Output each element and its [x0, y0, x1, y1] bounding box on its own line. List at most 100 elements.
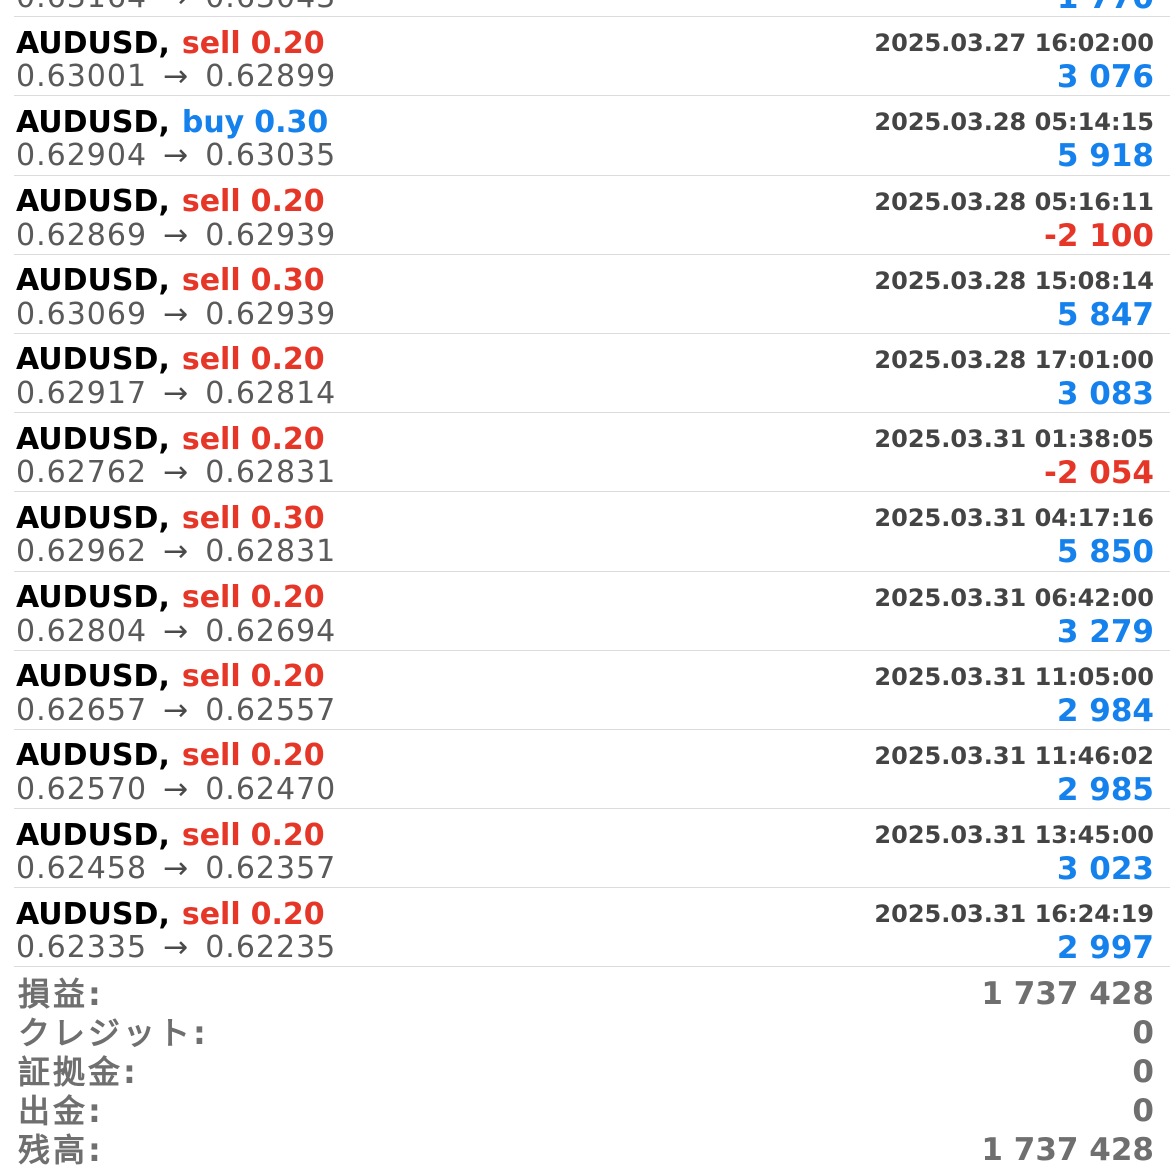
trade-row[interactable]: AUDUSD, sell 0.20 2025.03.28 17:01:00 0.6291… — [14, 334, 1170, 414]
trade-lot-size: 0.30 — [250, 500, 325, 536]
close-price: 0.62357 — [205, 851, 337, 887]
summary-label: クレジット: — [18, 1014, 209, 1052]
arrow-right-icon: → — [163, 771, 190, 807]
trade-side: sell — [181, 738, 241, 774]
arrow-right-icon: → — [163, 375, 190, 411]
trade-symbol: AUDUSD — [16, 421, 159, 457]
trade-row[interactable]: AUDUSD, sell 0.20 2025.03.31 06:42:00 0.6280… — [14, 572, 1170, 651]
close-price: 0.62557 — [205, 692, 337, 728]
trade-header: AUDUSD, sell 0.30 — [16, 263, 325, 299]
trade-row[interactable]: AUDUSD, sell 0.20 2025.03.31 11:46:02 0.6257… — [14, 730, 1170, 810]
arrow-right-icon: → — [163, 851, 190, 887]
summary-row: 証拠金: 0 — [0, 1053, 1170, 1092]
trade-lot-size: 0.20 — [250, 184, 325, 220]
trade-close-time: 2025.03.31 01:38:05 — [874, 425, 1154, 454]
trade-header: AUDUSD, buy 0.30 — [16, 104, 328, 140]
open-price: 0.62804 — [16, 613, 148, 649]
arrow-right-icon: → — [163, 217, 190, 253]
trade-header: AUDUSD, sell 0.20 — [16, 896, 325, 932]
symbol-separator: , — [158, 25, 170, 61]
trade-prices: 0.63001 → 0.62899 — [16, 59, 336, 95]
close-price: 0.62235 — [205, 930, 337, 966]
summary-row: 残高: 1 737 428 — [0, 1131, 1170, 1170]
summary-row: 出金: 0 — [0, 1092, 1170, 1131]
trade-lot-size: 0.20 — [250, 342, 325, 378]
close-price: 0.62814 — [205, 375, 337, 411]
symbol-separator: , — [158, 342, 170, 378]
trade-lot-size: 0.30 — [250, 263, 325, 299]
trade-side: sell — [181, 659, 241, 695]
trade-header: AUDUSD, sell 0.20 — [16, 580, 325, 616]
trade-prices: 0.63164 → 0.63043 — [16, 0, 336, 16]
trade-close-time: 2025.03.31 13:45:00 — [874, 821, 1154, 850]
trade-close-time: 2025.03.28 05:16:11 — [874, 187, 1154, 216]
trade-symbol: AUDUSD — [16, 342, 159, 378]
open-price: 0.62762 — [16, 455, 148, 491]
trade-row[interactable]: AUDUSD, sell 0.20 2025.03.31 16:24:19 0.6233… — [14, 888, 1170, 968]
trade-symbol: AUDUSD — [16, 817, 159, 853]
trade-row[interactable]: AUDUSD, sell 0.20 2025.03.31 01:38:05 0.6276… — [14, 413, 1170, 493]
symbol-separator: , — [158, 580, 170, 615]
summary-value: 0 — [1132, 1015, 1154, 1051]
close-price: 0.62831 — [205, 455, 337, 491]
trade-profit: 5 847 — [1056, 296, 1154, 333]
trade-lot-size: 0.20 — [250, 25, 325, 61]
trade-profit: 5 918 — [1056, 138, 1154, 175]
close-price: 0.63043 — [205, 0, 336, 15]
trade-side: sell — [181, 342, 241, 378]
trade-profit: 2 985 — [1056, 771, 1154, 808]
trade-row[interactable]: AUDUSD, buy 0.30 2025.03.28 05:14:15 0.62904… — [14, 96, 1170, 176]
trade-lot-size: 0.20 — [250, 421, 325, 457]
close-price: 0.62831 — [205, 534, 337, 570]
trade-prices: 0.63069 → 0.62939 — [16, 297, 336, 333]
trade-prices: 0.62458 → 0.62357 — [16, 851, 336, 887]
open-price: 0.62570 — [16, 771, 148, 807]
trade-profit: 2 984 — [1056, 692, 1154, 729]
trade-profit: 5 850 — [1056, 534, 1154, 571]
open-price: 0.62962 — [16, 534, 148, 570]
trade-close-time: 2025.03.31 11:46:02 — [874, 741, 1154, 770]
trade-prices: 0.62804 → 0.62694 — [16, 614, 336, 650]
arrow-right-icon: → — [163, 930, 190, 966]
trade-profit: 1 770 — [1057, 0, 1154, 16]
trade-prices: 0.62657 → 0.62557 — [16, 693, 336, 729]
arrow-right-icon: → — [163, 296, 190, 332]
symbol-separator: , — [158, 500, 170, 536]
trade-close-time: 2025.03.28 17:01:00 — [874, 345, 1154, 374]
arrow-right-icon: → — [163, 613, 190, 649]
trade-profit: 3 023 — [1056, 851, 1154, 888]
trade-row[interactable]: AUDUSD, sell 0.20 2025.03.28 05:16:11 0.6286… — [14, 176, 1170, 255]
trade-close-time: 2025.03.28 05:14:15 — [874, 108, 1154, 137]
arrow-right-icon: → — [163, 534, 190, 570]
trade-lot-size: 0.20 — [250, 580, 325, 615]
open-price: 0.63164 — [16, 0, 147, 15]
symbol-separator: , — [158, 738, 170, 774]
trade-row[interactable]: AUDUSD, sell 0.20 2025.03.27 16:02:00 0.6300… — [14, 17, 1170, 97]
trade-header: AUDUSD, sell 0.20 — [16, 738, 325, 774]
trade-side: sell — [181, 580, 241, 615]
summary-label: 残高: — [18, 1131, 104, 1169]
trade-profit: -2 054 — [1044, 455, 1154, 492]
summary-value: 0 — [1132, 1093, 1154, 1129]
summary-value: 1 737 428 — [981, 976, 1154, 1012]
trade-side: sell — [181, 25, 241, 61]
trade-header: AUDUSD, sell 0.20 — [16, 817, 325, 853]
trade-symbol: AUDUSD — [16, 500, 159, 536]
symbol-separator: , — [158, 817, 170, 853]
trade-row[interactable]: AUDUSD, sell 0.20 2025.03.31 13:45:00 0.6245… — [14, 809, 1170, 889]
trade-row[interactable]: AUDUSD, sell 0.30 2025.03.28 15:08:14 0.6306… — [14, 255, 1170, 334]
summary-label: 証拠金: — [18, 1053, 139, 1091]
trade-row[interactable]: AUDUSD,sell0.200.63164→0.630431 770 — [14, 0, 1170, 18]
trade-side: sell — [181, 500, 241, 536]
open-price: 0.62458 — [16, 851, 148, 887]
open-price: 0.63069 — [16, 296, 148, 332]
trade-prices: 0.62335 → 0.62235 — [16, 930, 336, 966]
trade-side: sell — [181, 817, 241, 853]
summary-row: クレジット: 0 — [0, 1014, 1170, 1053]
trade-prices: 0.62869 → 0.62939 — [16, 218, 336, 254]
trade-header: AUDUSD, sell 0.30 — [16, 500, 325, 536]
trade-row[interactable]: AUDUSD, sell 0.20 2025.03.31 11:05:00 0.6265… — [14, 651, 1170, 730]
trade-row[interactable]: AUDUSD, sell 0.30 2025.03.31 04:17:16 0.6296… — [14, 492, 1170, 572]
close-price: 0.63035 — [205, 138, 337, 174]
summary-row: 損益: 1 737 428 — [0, 975, 1170, 1014]
